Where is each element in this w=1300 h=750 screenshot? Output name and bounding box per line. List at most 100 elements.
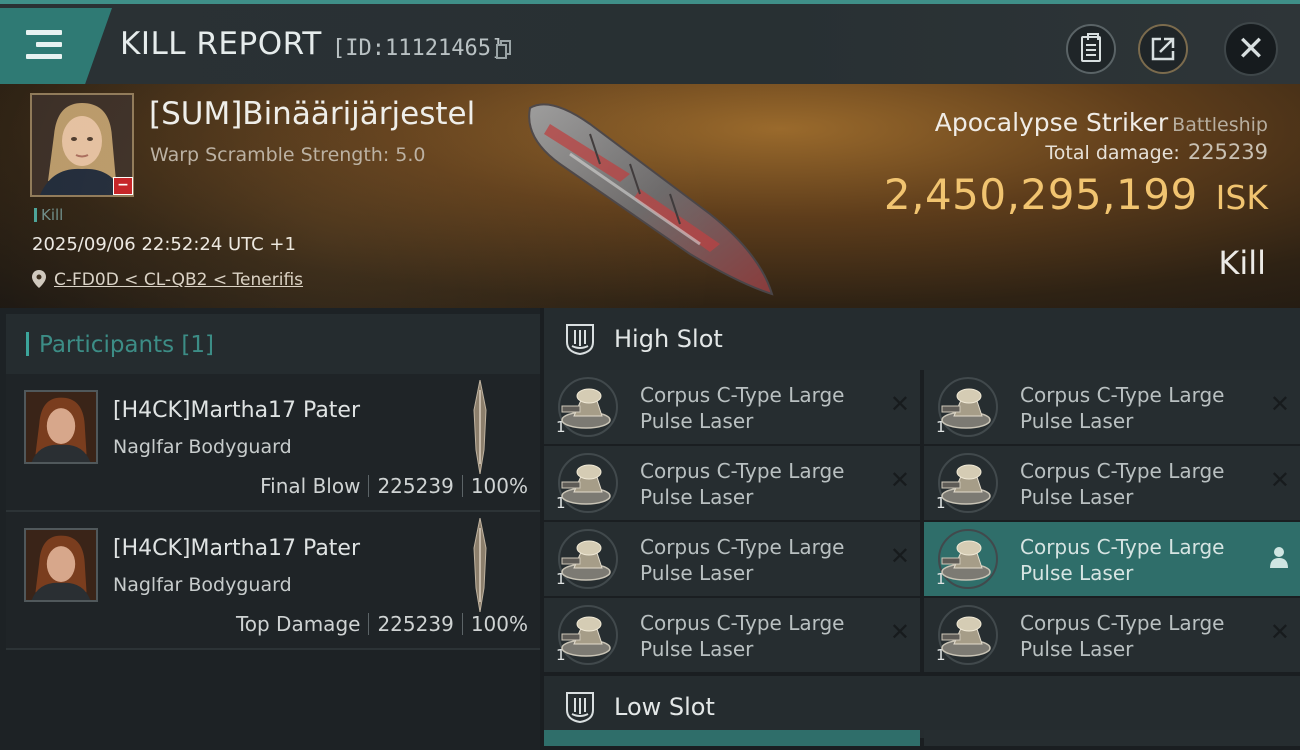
participant-ship: Naglfar Bodyguard xyxy=(113,436,292,458)
low-slot-header: Low Slot xyxy=(544,676,1300,738)
participants-header: Participants [1] xyxy=(6,314,540,374)
participant-avatar[interactable] xyxy=(24,528,98,602)
low-slot-module[interactable] xyxy=(544,730,920,746)
module-name: Corpus C-Type Large Pulse Laser xyxy=(640,383,845,433)
status-badge: − xyxy=(113,177,133,195)
module-quantity: 1 xyxy=(936,646,946,664)
participant-role: Top Damage xyxy=(235,612,361,636)
low-slot-icon xyxy=(566,692,594,724)
menu-button[interactable] xyxy=(0,8,112,84)
module-quantity: 1 xyxy=(556,494,566,512)
page-title: KILL REPORT xyxy=(120,26,322,62)
module-quantity: 1 xyxy=(556,646,566,664)
high-slot-module[interactable]: 1 Corpus C-Type Large Pulse Laser ✕ xyxy=(544,370,920,444)
module-name: Corpus C-Type Large Pulse Laser xyxy=(1020,535,1225,585)
ship-name[interactable]: Apocalypse Striker Battleship xyxy=(935,108,1268,137)
participant-portrait-image xyxy=(26,530,96,600)
participant-ship: Naglfar Bodyguard xyxy=(113,574,292,596)
close-icon: ✕ xyxy=(1236,29,1266,69)
participant-avatar[interactable] xyxy=(24,390,98,464)
participant-role: Final Blow xyxy=(260,474,361,498)
module-quantity: 1 xyxy=(936,494,946,512)
ship-image xyxy=(528,103,774,296)
participant-ship-icon[interactable] xyxy=(468,518,492,612)
participant-row[interactable]: [H4CK]Martha17 Pater Naglfar Bodyguard T… xyxy=(6,512,540,650)
participant-stats: Final Blow 225239 100% xyxy=(260,474,528,498)
location-link[interactable]: C-FD0D < CL-QB2 < Tenerifis xyxy=(54,270,303,290)
user-icon[interactable] xyxy=(1270,546,1288,568)
copy-icon[interactable] xyxy=(496,40,512,60)
high-slot-module[interactable]: 1 Corpus C-Type Large Pulse Laser ✕ xyxy=(924,370,1300,444)
isk-unit: ISK xyxy=(1215,178,1268,217)
pulse-laser-icon xyxy=(558,453,618,513)
pulse-laser-icon xyxy=(558,605,618,665)
kill-tag: Kill xyxy=(34,206,63,224)
share-button[interactable] xyxy=(1138,24,1188,74)
destroyed-icon: ✕ xyxy=(1269,390,1290,418)
module-name: Corpus C-Type Large Pulse Laser xyxy=(640,535,845,585)
module-name: Corpus C-Type Large Pulse Laser xyxy=(1020,611,1225,661)
participant-percent: 100% xyxy=(470,612,528,636)
destroyed-icon: ✕ xyxy=(889,618,910,646)
participants-list: [H4CK]Martha17 Pater Naglfar Bodyguard F… xyxy=(6,374,540,650)
module-quantity: 1 xyxy=(556,570,566,588)
participant-ship-icon[interactable] xyxy=(468,380,492,474)
ship-class: Battleship xyxy=(1172,114,1268,136)
module-name: Corpus C-Type Large Pulse Laser xyxy=(640,611,845,661)
external-link-icon xyxy=(1151,37,1175,61)
high-slot-module[interactable]: 1 Corpus C-Type Large Pulse Laser ✕ xyxy=(544,522,920,596)
pulse-laser-icon xyxy=(938,529,998,589)
high-slot-header: High Slot xyxy=(544,308,1300,370)
participant-portrait-image xyxy=(26,392,96,462)
module-name: Corpus C-Type Large Pulse Laser xyxy=(640,459,845,509)
module-quantity: 1 xyxy=(936,570,946,588)
location-pin-icon xyxy=(32,270,46,288)
high-slot-module[interactable]: 1 Corpus C-Type Large Pulse Laser ✕ xyxy=(924,598,1300,672)
destroyed-icon: ✕ xyxy=(1269,618,1290,646)
low-slot-module[interactable] xyxy=(924,730,1300,746)
destroyed-icon: ✕ xyxy=(889,466,910,494)
low-slot-title: Low Slot xyxy=(614,693,715,721)
clipboard-button[interactable] xyxy=(1066,24,1116,74)
destroyed-icon: ✕ xyxy=(889,542,910,570)
isk-value-row: 2,450,295,199 ISK xyxy=(884,170,1268,219)
victim-name[interactable]: [SUM]Binäärijärjestel xyxy=(149,96,475,132)
total-damage-value: 225239 xyxy=(1187,140,1268,164)
high-slot-module[interactable]: 1 Corpus C-Type Large Pulse Laser xyxy=(924,522,1300,596)
pulse-laser-icon xyxy=(938,605,998,665)
total-damage: Total damage: 225239 xyxy=(1045,140,1268,164)
participants-title: Participants [1] xyxy=(26,332,214,358)
module-name: Corpus C-Type Large Pulse Laser xyxy=(1020,459,1225,509)
module-name: Corpus C-Type Large Pulse Laser xyxy=(1020,383,1225,433)
fitting-panel: High Slot 1 Corpus C-Type Large Pulse Las… xyxy=(540,308,1300,750)
destroyed-icon: ✕ xyxy=(889,390,910,418)
warp-scramble-strength: Warp Scramble Strength: 5.0 xyxy=(150,144,426,166)
ship-type: Apocalypse Striker xyxy=(934,108,1169,137)
participant-percent: 100% xyxy=(470,474,528,498)
pulse-laser-icon xyxy=(558,529,618,589)
participants-panel: Participants [1] [H4CK]Martha17 Pater Na… xyxy=(0,308,540,750)
module-quantity: 1 xyxy=(556,418,566,436)
victim-portrait[interactable] xyxy=(30,93,134,197)
report-id: [ID:11121465] xyxy=(332,36,505,61)
total-damage-label: Total damage: xyxy=(1045,142,1180,164)
participant-name[interactable]: [H4CK]Martha17 Pater xyxy=(113,398,360,423)
clipboard-icon xyxy=(1081,33,1101,62)
pulse-laser-icon xyxy=(558,377,618,437)
high-slot-module[interactable]: 1 Corpus C-Type Large Pulse Laser ✕ xyxy=(924,446,1300,520)
result-label: Kill xyxy=(1218,244,1266,282)
header-bar: KILL REPORT [ID:11121465] ✕ xyxy=(0,0,1300,84)
high-slot-module[interactable]: 1 Corpus C-Type Large Pulse Laser ✕ xyxy=(544,446,920,520)
pulse-laser-icon xyxy=(938,453,998,513)
participant-stats: Top Damage 225239 100% xyxy=(236,612,528,636)
module-quantity: 1 xyxy=(936,418,946,436)
close-button[interactable]: ✕ xyxy=(1224,22,1278,76)
timestamp: 2025/09/06 22:52:24 UTC +1 xyxy=(32,234,296,255)
participant-damage: 225239 xyxy=(377,612,454,636)
participant-name[interactable]: [H4CK]Martha17 Pater xyxy=(113,536,360,561)
participant-row[interactable]: [H4CK]Martha17 Pater Naglfar Bodyguard F… xyxy=(6,374,540,512)
menu-icon xyxy=(26,30,62,60)
participant-damage: 225239 xyxy=(377,474,454,498)
kill-banner: − [SUM]Binäärijärjestel Warp Scramble St… xyxy=(0,84,1300,308)
high-slot-module[interactable]: 1 Corpus C-Type Large Pulse Laser ✕ xyxy=(544,598,920,672)
